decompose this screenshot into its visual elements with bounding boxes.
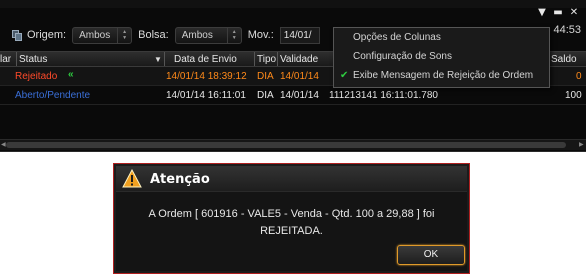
mov-date-input[interactable]: 14/01/ [279,26,320,44]
col-header-tipo[interactable]: Tipo [257,54,276,65]
menu-item-label: Configuração de Sons [353,51,452,62]
title-bar [0,0,586,8]
chevron-updown-icon: ▲ ▼ [117,27,131,43]
menu-item-column-options[interactable]: Opções de Colunas [334,29,549,47]
row-data-envio: 14/01/14 16:11:01 [166,90,246,101]
col-header-validade[interactable]: Validade [280,54,318,65]
menu-item-label: Opções de Colunas [353,32,441,43]
row-status: Aberto/Pendente [15,90,91,101]
row-validade: 14/01/14 [280,90,319,101]
dialog-message: A Ordem [ 601916 - VALE5 - Venda - Qtd. … [116,206,467,240]
column-divider [16,52,17,66]
scroll-right-icon[interactable]: ▶ [579,140,585,150]
ok-button[interactable]: OK [397,245,465,265]
context-menu: Opções de Colunas Configuração de Sons ✔… [333,27,550,88]
horizontal-scrollbar[interactable]: ◀ ▶ [0,139,586,150]
column-divider [254,52,255,66]
clock: 44:53 [553,24,581,36]
row-tipo: DIA [257,90,274,101]
row-saldo: 0 [576,71,582,82]
checkmark-icon: ✔ [340,70,349,81]
row-saldo: 100 [565,90,582,101]
origem-label: Origem: [27,29,67,41]
column-divider [164,52,165,66]
row-status: Rejeitado [15,71,58,82]
copy-icon[interactable] [12,29,23,41]
dialog-title: Atenção [150,172,210,187]
table-row[interactable]: Aberto/Pendente 14/01/14 16:11:01 DIA 14… [0,86,586,105]
dialog-body: Atenção A Ordem [ 601916 - VALE5 - Venda… [116,166,467,271]
chevron-updown-icon: ▲ ▼ [226,27,241,43]
row-extra: 111213141 16:11:01.780 [329,90,438,101]
origem-value: Ambos [79,29,111,41]
row-data-envio: 14/01/14 18:39:12 [166,71,247,82]
dialog-title-bar: Atenção [116,166,467,192]
menu-item-sound-settings[interactable]: Configuração de Sons [334,48,549,66]
orders-window: ▼ ▬ ✕ 44:53 Origem: Ambos ▲ ▼ Bolsa: Ambo… [0,0,586,152]
dialog-message-line2: REJEITADA. [260,225,323,237]
warning-icon [122,169,142,188]
filter-bar: Origem: Ambos ▲ ▼ Bolsa: Ambos ▲ ▼ Mov.: 1… [0,24,330,46]
alert-dialog: Atenção A Ordem [ 601916 - VALE5 - Venda… [113,163,470,274]
col-header-lar[interactable]: lar [0,54,11,65]
menu-item-show-rejection[interactable]: ✔ Exibe Mensagem de Rejeição de Ordem [334,67,549,85]
close-icon[interactable]: ✕ [568,7,580,19]
dropdown-arrow-icon[interactable]: ▼ [536,7,548,19]
mov-value: 14/01/ [283,29,312,41]
column-divider [277,52,278,66]
col-header-saldo[interactable]: Saldo [551,54,577,65]
col-header-data-envio[interactable]: Data de Envio [174,54,237,65]
filter-arrow-icon[interactable]: ▼ [154,55,162,64]
window-controls: ▼ ▬ ✕ [536,7,580,19]
bolsa-select[interactable]: Ambos ▲ ▼ [174,26,242,44]
minimize-icon[interactable]: ▬ [552,7,564,19]
row-tipo: DIA [257,71,274,82]
bolsa-value: Ambos [181,29,213,41]
menu-item-label: Exibe Mensagem de Rejeição de Ordem [353,70,534,81]
dialog-message-line1: A Ordem [ 601916 - VALE5 - Venda - Qtd. … [148,208,435,220]
bolsa-label: Bolsa: [138,29,169,41]
origem-select[interactable]: Ambos ▲ ▼ [72,26,133,44]
row-validade: 14/01/14 [280,71,319,82]
mov-label: Mov.: [247,29,274,41]
scrollbar-thumb[interactable] [6,142,566,148]
double-chevron-left-icon: « [68,69,74,80]
col-header-status[interactable]: Status [19,54,47,65]
